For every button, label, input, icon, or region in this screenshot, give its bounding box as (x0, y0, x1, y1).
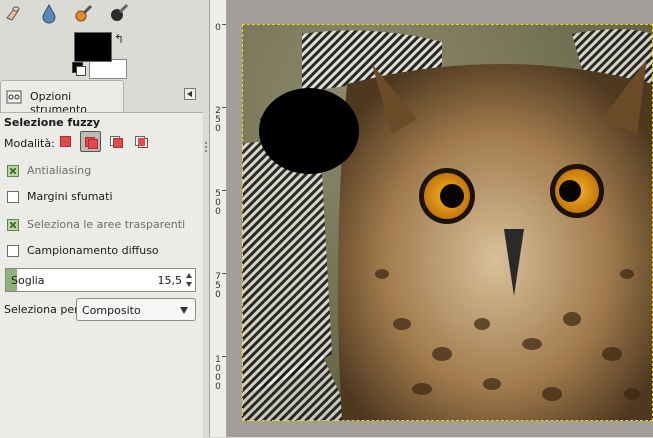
ruler-label: 750 (215, 272, 221, 300)
decrement-icon[interactable] (186, 282, 192, 287)
ruler-tick (222, 273, 226, 274)
ruler-tick (222, 190, 226, 191)
swap-colors-icon[interactable]: ↰ (114, 32, 124, 46)
ruler-label: 250 (215, 106, 221, 134)
threshold-stepper[interactable] (185, 271, 194, 289)
tool-options-panel: Selezione fuzzy Modalità: Antialiasing M… (0, 112, 203, 438)
blur-drop-icon[interactable] (38, 2, 60, 24)
antialiasing-checkbox[interactable] (7, 165, 19, 177)
select-transparent-checkbox[interactable] (7, 219, 19, 231)
mode-replace-button[interactable] (55, 131, 76, 152)
tool-options-icon (6, 89, 22, 105)
antialiasing-label: Antialiasing (27, 164, 92, 177)
selection-outline (242, 24, 653, 421)
ruler-tick (222, 24, 226, 25)
chevron-down-icon (180, 307, 188, 314)
mode-intersect-button[interactable] (131, 131, 152, 152)
sample-merged-checkbox[interactable] (7, 245, 19, 257)
owl-photo[interactable] (242, 24, 653, 421)
smudge-finger-icon[interactable] (2, 2, 24, 24)
ruler-label: 0 (215, 23, 221, 33)
select-by-dropdown[interactable]: Composito (76, 298, 196, 321)
ruler-tick (222, 356, 226, 357)
tool-options-title: Selezione fuzzy (4, 116, 101, 129)
vertical-ruler[interactable]: 0 250 500 750 1000 (209, 0, 227, 437)
tab-tool-options[interactable]: Opzioni strumento (0, 80, 124, 116)
image-canvas[interactable] (227, 0, 653, 437)
threshold-spinscale[interactable]: Soglia 15,5 (5, 268, 196, 292)
ink-pen-icon[interactable] (108, 2, 130, 24)
dodge-burn-icon[interactable] (73, 2, 95, 24)
threshold-value: 15,5 (157, 274, 183, 287)
tab-menu-icon[interactable] (184, 88, 196, 100)
mode-add-button[interactable] (80, 131, 101, 152)
ruler-label: 500 (215, 189, 221, 217)
feather-edges-label: Margini sfumati (27, 190, 113, 203)
color-swatches: ↰ (70, 32, 130, 79)
ruler-label: 1000 (215, 355, 221, 392)
foreground-color-swatch[interactable] (74, 32, 112, 62)
feather-edges-checkbox[interactable] (7, 191, 19, 203)
select-by-label: Seleziona per: (4, 303, 83, 316)
tool-icon-row (0, 0, 203, 26)
toolbox: ↰ Opzioni strumento Selezione fuzzy Moda… (0, 0, 203, 438)
mode-label: Modalità: (4, 137, 55, 150)
select-by-value: Composito (82, 304, 141, 317)
sample-merged-label: Campionamento diffuso (27, 244, 159, 257)
threshold-label: Soglia (11, 274, 45, 287)
increment-icon[interactable] (186, 273, 192, 278)
dock-tabs: Opzioni strumento (0, 80, 203, 116)
select-transparent-label: Seleziona le aree trasparenti (27, 218, 186, 231)
background-color-swatch[interactable] (89, 59, 127, 79)
mode-subtract-button[interactable] (106, 131, 127, 152)
default-colors-icon[interactable] (72, 62, 86, 76)
ruler-tick (222, 107, 226, 108)
